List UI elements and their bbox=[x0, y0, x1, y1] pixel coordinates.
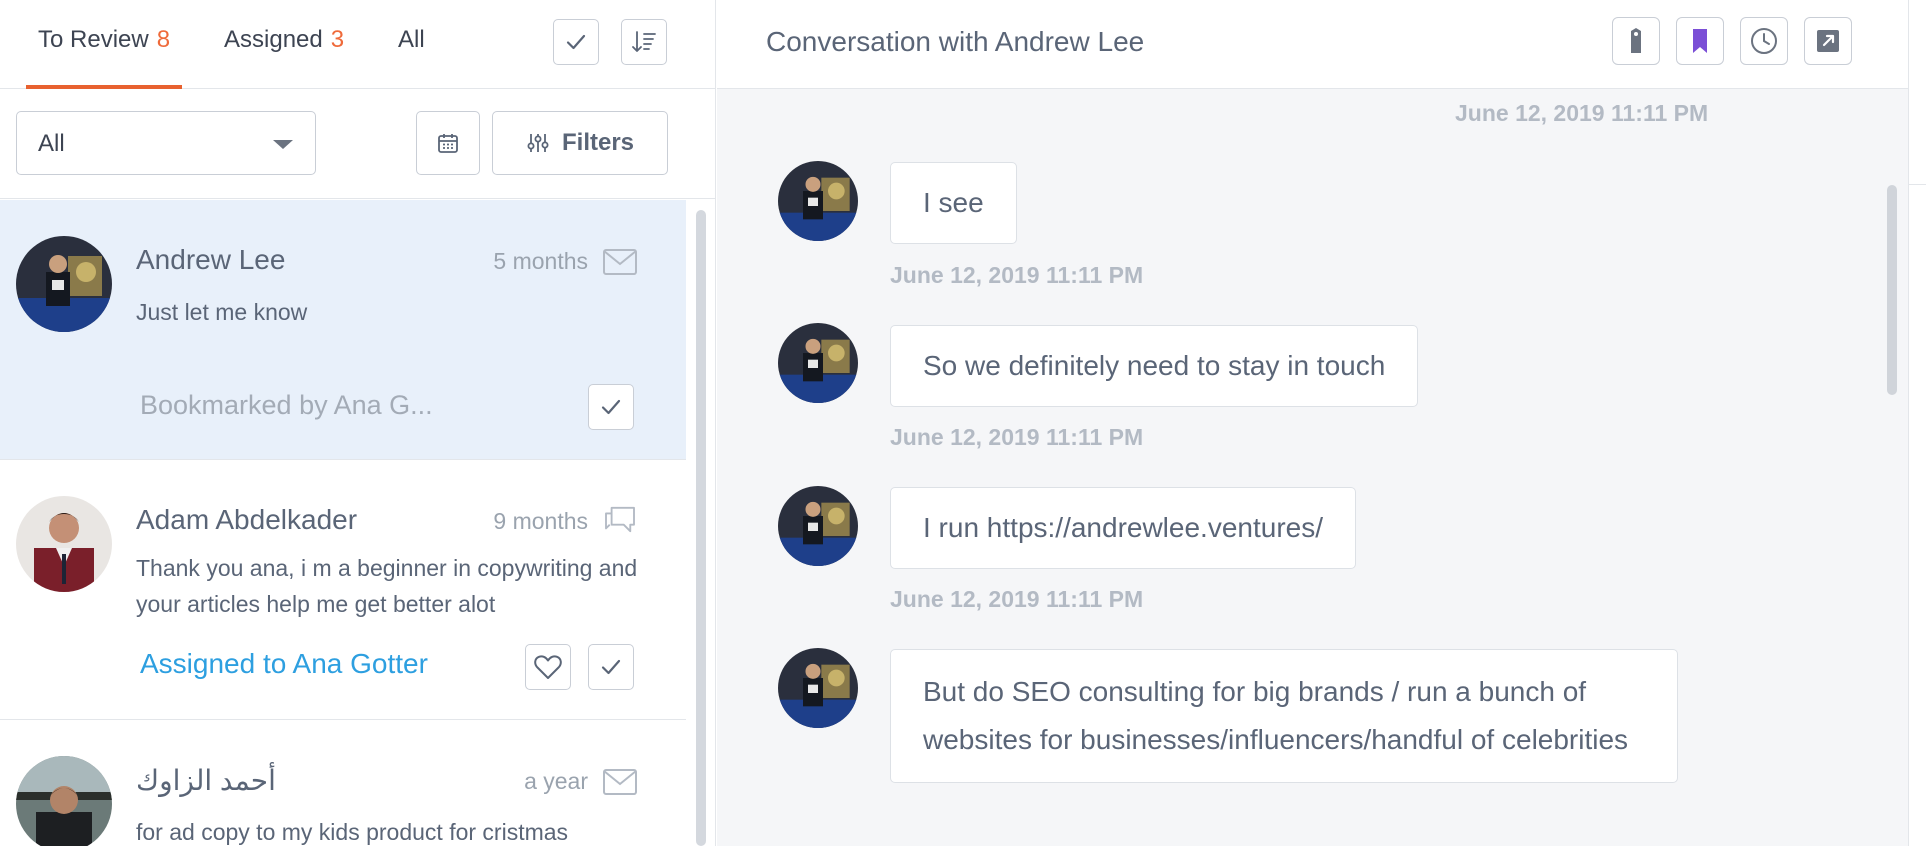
tab-bar: To Review 8 Assigned 3 All bbox=[0, 0, 715, 89]
avatar bbox=[778, 323, 858, 403]
tab-count: 8 bbox=[156, 26, 171, 53]
sliders-icon bbox=[527, 134, 549, 152]
envelope-icon bbox=[603, 249, 637, 275]
avatar bbox=[778, 486, 858, 566]
message-timestamp: June 12, 2019 11:11 PM bbox=[890, 262, 1144, 288]
avatar bbox=[16, 496, 112, 592]
tag-button[interactable] bbox=[1612, 17, 1660, 65]
mark-all-reviewed-button[interactable] bbox=[553, 19, 599, 65]
status-select[interactable]: All bbox=[16, 111, 316, 175]
contact-name: أحمد الزاوك bbox=[136, 765, 276, 796]
message-preview: Just let me know bbox=[136, 299, 308, 325]
conversation-item[interactable]: Andrew Lee 5 months Just let me know Boo… bbox=[0, 200, 686, 460]
conversation-item[interactable]: أحمد الزاوك a year for ad copy to my kid… bbox=[0, 720, 686, 846]
external-link-icon bbox=[1817, 30, 1839, 52]
side-panel-edge bbox=[1908, 0, 1926, 846]
check-icon bbox=[601, 399, 621, 415]
time-ago: 5 months bbox=[493, 248, 588, 274]
filters-button[interactable]: Filters bbox=[492, 111, 668, 175]
check-icon bbox=[566, 34, 586, 50]
message-bubble: So we definitely need to stay in touch bbox=[890, 325, 1419, 407]
comment-icon bbox=[605, 506, 635, 533]
message-timestamp: June 12, 2019 11:11 PM bbox=[890, 586, 1144, 612]
message-bubble: I see bbox=[890, 162, 1017, 244]
bookmarked-by: Bookmarked by Ana G... bbox=[140, 390, 433, 420]
conversation-header: Conversation with Andrew Lee bbox=[717, 0, 1908, 89]
list-scrollbar[interactable] bbox=[696, 210, 706, 846]
heart-icon bbox=[534, 655, 562, 679]
assigned-to-link[interactable]: Assigned to Ana Gotter bbox=[140, 648, 428, 680]
chevron-down-icon bbox=[273, 140, 293, 149]
conversation-scrollbar[interactable] bbox=[1887, 185, 1897, 395]
conversation-item[interactable]: Adam Abdelkader 9 months Thank you ana, … bbox=[0, 460, 686, 720]
message-timestamp: June 12, 2019 11:11 PM bbox=[1455, 100, 1709, 126]
message-timestamp: June 12, 2019 11:11 PM bbox=[890, 424, 1144, 450]
bookmark-icon bbox=[1693, 29, 1707, 53]
mark-reviewed-button[interactable] bbox=[588, 644, 634, 690]
tab-label: All bbox=[398, 26, 425, 53]
envelope-icon bbox=[603, 769, 637, 795]
time-ago: a year bbox=[524, 768, 588, 794]
avatar bbox=[778, 161, 858, 241]
conversation-pane: Conversation with Andrew Lee June 12, 20… bbox=[717, 0, 1908, 846]
snooze-button[interactable] bbox=[1740, 17, 1788, 65]
calendar-icon bbox=[438, 134, 458, 153]
tab-label: Assigned bbox=[224, 26, 323, 53]
tab-all[interactable]: All bbox=[398, 0, 425, 89]
avatar bbox=[16, 236, 112, 332]
tab-count: 3 bbox=[330, 26, 345, 53]
tab-to-review[interactable]: To Review 8 bbox=[26, 0, 183, 89]
message-preview: Thank you ana, i m a beginner in copywri… bbox=[136, 555, 638, 617]
conversation-title: Conversation with Andrew Lee bbox=[766, 26, 1145, 57]
bookmark-button[interactable] bbox=[1676, 17, 1724, 65]
status-select-value: All bbox=[38, 130, 65, 157]
conversation-list: Andrew Lee 5 months Just let me know Boo… bbox=[0, 200, 686, 846]
filters-label: Filters bbox=[561, 129, 635, 156]
time-ago: 9 months bbox=[493, 508, 588, 534]
mark-reviewed-button[interactable] bbox=[588, 384, 634, 430]
side-panel-divider bbox=[1909, 89, 1926, 185]
message-preview: for ad copy to my kids product for crist… bbox=[136, 819, 569, 845]
tab-assigned[interactable]: Assigned 3 bbox=[224, 0, 344, 89]
date-filter-button[interactable] bbox=[416, 111, 480, 175]
sort-button[interactable] bbox=[621, 19, 667, 65]
tab-label: To Review bbox=[38, 26, 149, 53]
sort-icon bbox=[632, 31, 656, 52]
contact-name: Andrew Lee bbox=[136, 244, 286, 275]
check-icon bbox=[601, 659, 621, 675]
tag-icon bbox=[1631, 28, 1641, 53]
clock-icon bbox=[1751, 28, 1777, 54]
message-bubble: But do SEO consulting for big brands / r… bbox=[890, 649, 1678, 783]
avatar bbox=[778, 648, 858, 728]
avatar bbox=[16, 756, 112, 846]
open-external-button[interactable] bbox=[1804, 17, 1852, 65]
conversation-list-pane: To Review 8 Assigned 3 All All Filters A… bbox=[0, 0, 716, 846]
favorite-button[interactable] bbox=[525, 644, 571, 690]
contact-name: Adam Abdelkader bbox=[136, 504, 358, 535]
filter-bar: All Filters bbox=[0, 89, 715, 199]
message-bubble: I run https://andrewlee.ventures/ bbox=[890, 487, 1356, 569]
